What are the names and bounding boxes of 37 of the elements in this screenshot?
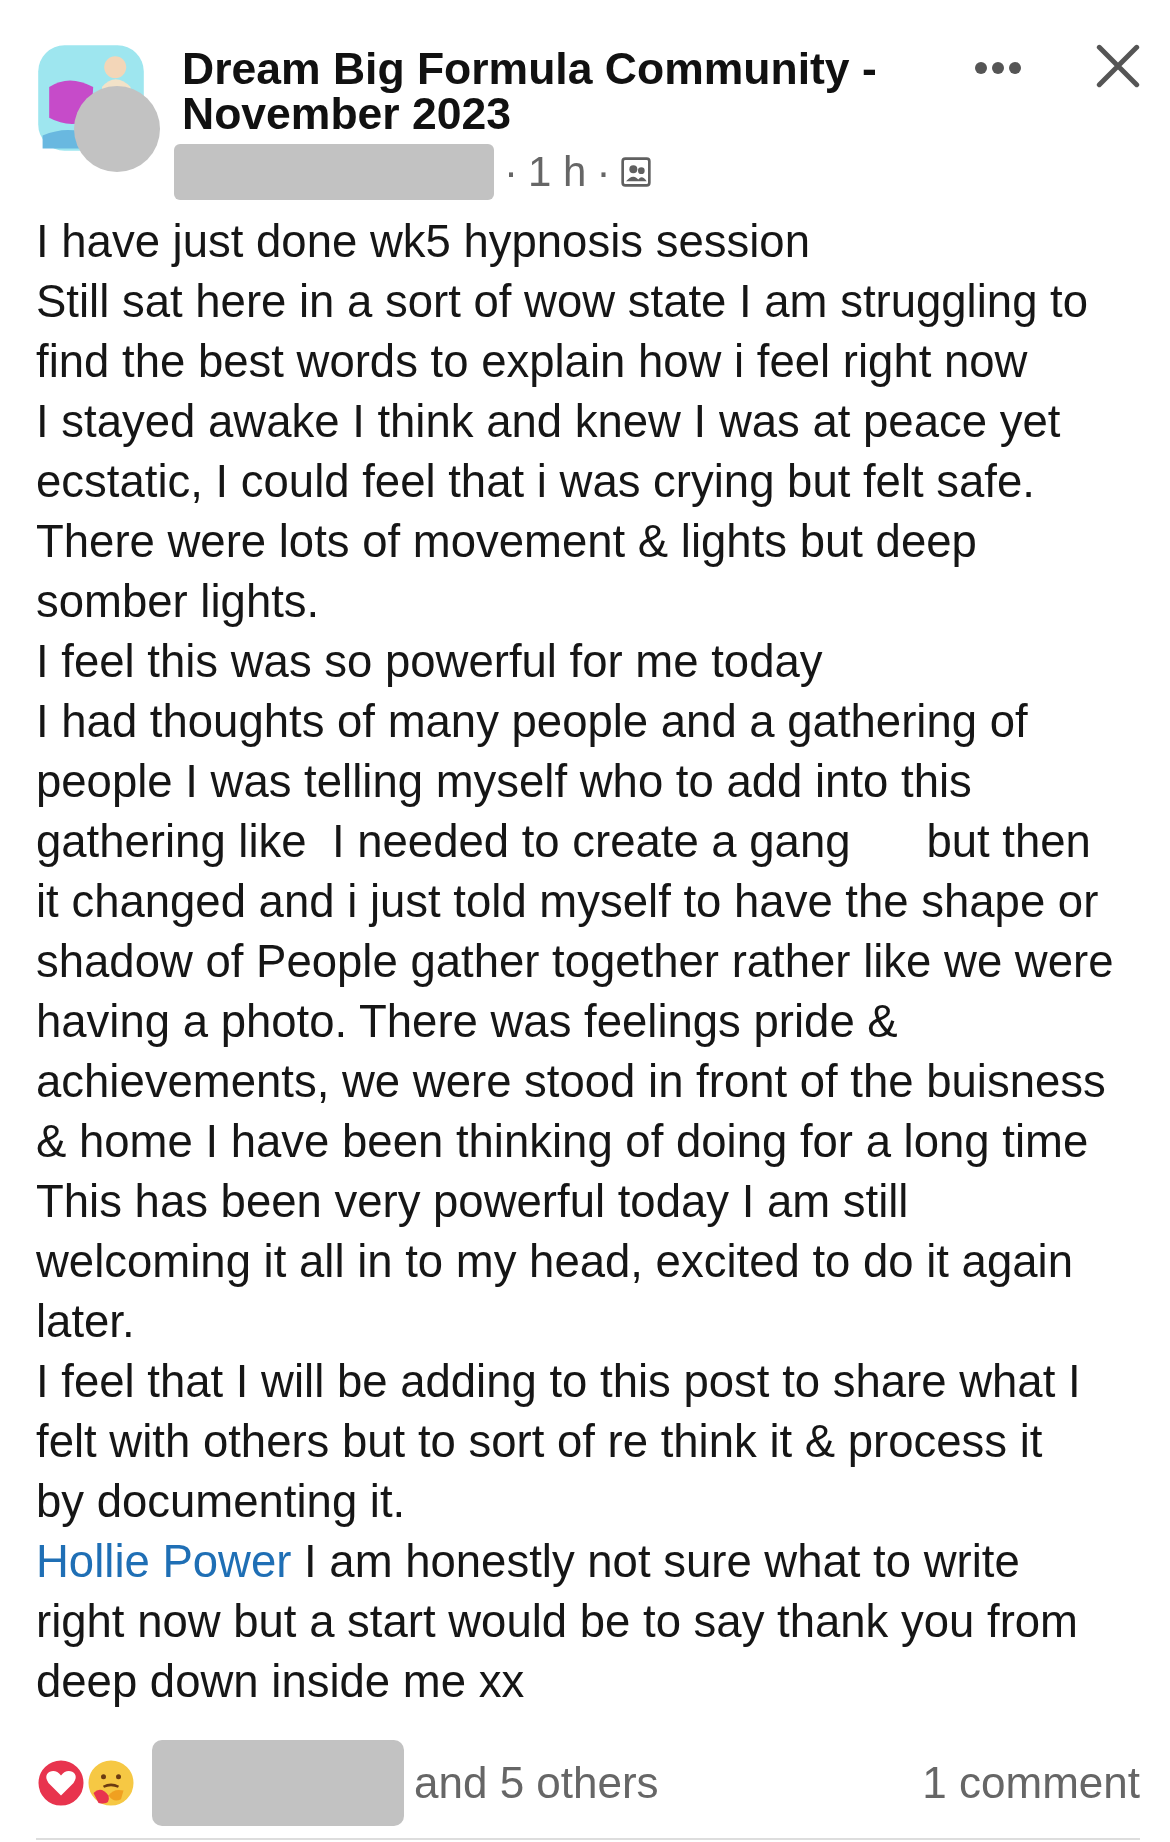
post-text: find the best words to explain how i feel right now <box>36 335 1029 389</box>
post-text: I stayed awake I think and knew I was at peace yet <box>36 395 1062 449</box>
comment-count[interactable]: 1 comment <box>922 1758 1140 1808</box>
mention-link[interactable]: Hollie Power <box>36 1536 292 1587</box>
post-text: people I was telling myself who to add into this <box>36 755 973 809</box>
post-text: gathering like I needed to create a gang but then <box>36 815 1092 869</box>
post-text: This has been very powerful today I am still <box>36 1175 910 1229</box>
post-text: shadow of People gather together rather like we were <box>36 935 1115 989</box>
post-text: having a photo. There was feelings pride & <box>36 995 899 1049</box>
post-text: Still sat here in a sort of wow state I am struggling to <box>36 275 1090 329</box>
post-text: by documenting it. <box>36 1475 407 1529</box>
post-text: welcoming it all in to my head, excited to do it again <box>36 1235 1074 1289</box>
group-name[interactable]: Dream Big Formula Community - November 2023 <box>182 46 922 136</box>
separator: · <box>596 148 611 196</box>
post-text: I feel that I will be adding to this post to share what I <box>36 1355 1082 1409</box>
post-text: I feel this was so powerful for me today <box>36 635 824 689</box>
post-text: right now but a start would be to say thank you from <box>36 1595 1079 1649</box>
close-icon[interactable] <box>1096 44 1140 88</box>
post-time[interactable]: 1 h <box>528 148 587 196</box>
post-text: Hollie Power I am honestly not sure what to write <box>36 1535 1021 1589</box>
reactions-count[interactable]: and 5 others <box>414 1758 659 1808</box>
more-icon[interactable] <box>974 61 1022 75</box>
post-text: it changed and i just told myself to have the shape or <box>36 875 1100 929</box>
post-text: & home I have been thinking of doing for a long time <box>36 1115 1090 1169</box>
members-icon <box>620 156 653 188</box>
post-text: felt with others but to sort of re think it & process it <box>36 1415 1044 1469</box>
post-text: There were lots of movement & lights but deep <box>36 515 978 569</box>
care-reaction-icon[interactable] <box>86 1758 136 1808</box>
post-text: ecstatic, I could feel that i was crying but felt safe. <box>36 455 1036 509</box>
heart-reaction-icon[interactable] <box>36 1758 86 1808</box>
post-text: I had thoughts of many people and a gathering of <box>36 695 1029 749</box>
post-text: I have just done wk5 hypnosis session <box>36 215 811 269</box>
post-text: deep down inside me xx <box>36 1655 526 1709</box>
post-text: achievements, we were stood in front of the buisness <box>36 1055 1107 1109</box>
post-text: somber lights. <box>36 575 321 629</box>
separator: · <box>504 148 518 196</box>
post-text: later. <box>36 1295 136 1349</box>
